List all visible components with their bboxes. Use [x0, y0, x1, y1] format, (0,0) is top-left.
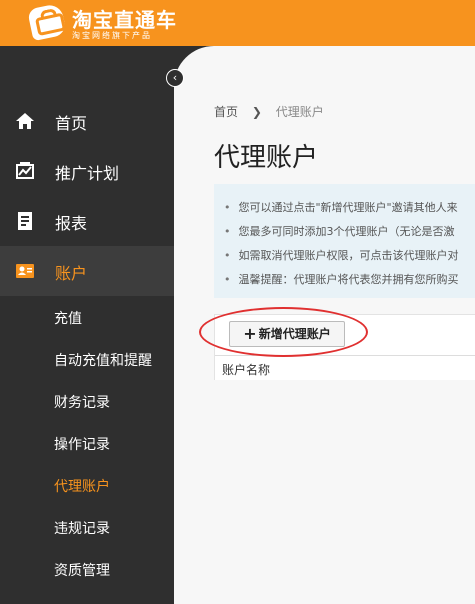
notice-line: 您可以通过点击"新增代理账户"邀请其他人来 [224, 196, 475, 220]
sidebar-subitem-label: 充值 [54, 311, 82, 327]
home-icon [16, 113, 34, 129]
sidebar-item-campaign[interactable]: 推广计划 [0, 146, 174, 196]
notice-line: 您最多可同时添加3个代理账户（无论是否激 [224, 220, 475, 244]
sidebar-item-label: 首页 [55, 114, 88, 133]
campaign-icon [16, 162, 34, 179]
sidebar-subitem-label: 财务记录 [54, 395, 110, 411]
sidebar-item-label: 报表 [55, 214, 88, 233]
top-bar: 淘宝直通车 淘宝网络旗下产品 [0, 0, 475, 46]
column-header-account-name: 账户名称 [222, 363, 271, 377]
sidebar-subitem-auto-recharge[interactable]: 自动充值和提醒 [0, 338, 174, 380]
breadcrumb: 首页 ❯ 代理账户 [214, 103, 324, 120]
sidebar-subitem-finance-records[interactable]: 财务记录 [0, 380, 174, 422]
report-icon [18, 212, 32, 230]
account-icon [16, 264, 34, 278]
logo[interactable]: 淘宝直通车 淘宝网络旗下产品 [22, 2, 176, 42]
sidebar: 首页 推广计划 报表 账户 充值 自动充值和提醒 财务记录 操作记录 代理账户 … [0, 46, 174, 604]
notice-box: 您可以通过点击"新增代理账户"邀请其他人来 您最多可同时添加3个代理账户（无论是… [214, 184, 475, 298]
sidebar-item-label: 推广计划 [55, 164, 120, 183]
sidebar-item-report[interactable]: 报表 [0, 196, 174, 246]
sidebar-subitem-label: 违规记录 [54, 521, 110, 537]
table-header: 账户名称 [215, 355, 475, 381]
sidebar-collapse-button[interactable]: ‹ [166, 69, 184, 87]
sidebar-subitem-operation-records[interactable]: 操作记录 [0, 422, 174, 464]
agent-accounts-panel: + 新增代理账户 账户名称 [214, 314, 475, 380]
breadcrumb-current: 代理账户 [275, 105, 324, 119]
sidebar-subitem-label: 操作记录 [54, 437, 110, 453]
sidebar-subitem-label: 资质管理 [54, 563, 110, 579]
notice-line: 如需取消代理账户权限，可点击该代理账户对 [224, 244, 475, 268]
sidebar-subitem-label: 自动充值和提醒 [54, 353, 152, 369]
plus-icon: + [243, 324, 257, 343]
shopping-bag-icon [27, 2, 67, 42]
page-title: 代理账户 [214, 143, 319, 173]
logo-title: 淘宝直通车 [72, 8, 177, 32]
sidebar-subitem-violation-records[interactable]: 违规记录 [0, 506, 174, 548]
logo-subtitle: 淘宝网络旗下产品 [72, 31, 152, 40]
add-agent-account-label: 新增代理账户 [258, 327, 331, 341]
notice-line: 温馨提醒：代理账户将代表您并拥有您所购买 [224, 268, 475, 292]
sidebar-subitem-qualification[interactable]: 资质管理 [0, 548, 174, 590]
sidebar-item-label: 账户 [55, 264, 88, 283]
sidebar-subitem-recharge[interactable]: 充值 [0, 296, 174, 338]
sidebar-subitem-agent-accounts[interactable]: 代理账户 [0, 464, 174, 506]
add-agent-account-button[interactable]: + 新增代理账户 [229, 321, 345, 347]
sidebar-subitem-label: 代理账户 [54, 479, 110, 495]
sidebar-item-account[interactable]: 账户 [0, 246, 174, 296]
sidebar-item-home[interactable]: 首页 [0, 96, 174, 146]
chevron-left-icon: ‹ [172, 71, 178, 84]
breadcrumb-home-link[interactable]: 首页 [214, 105, 238, 119]
chevron-right-icon: ❯ [251, 105, 262, 119]
